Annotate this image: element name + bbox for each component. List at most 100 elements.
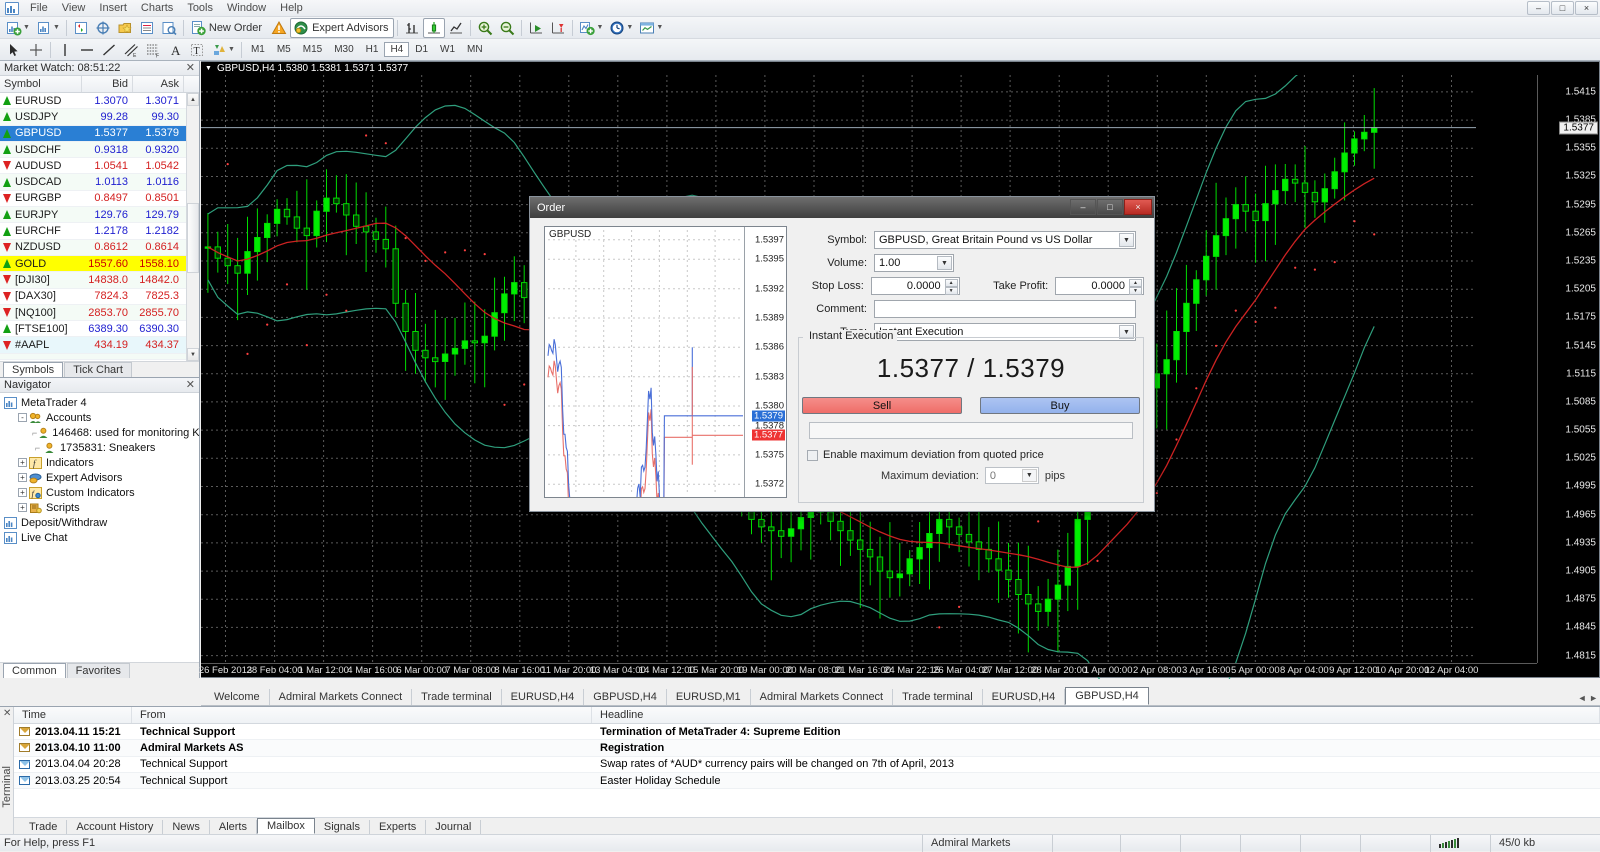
order-close-button[interactable]: × <box>1124 199 1152 215</box>
column-header-from[interactable]: From <box>132 707 592 723</box>
trendline-icon[interactable] <box>98 40 120 60</box>
navigator-item-scripts[interactable]: +Scripts <box>4 500 199 515</box>
volume-select[interactable]: 1.00 ▼ <box>874 254 954 272</box>
market-watch-row[interactable]: AUDUSD1.05411.0542 <box>0 158 199 174</box>
timeframe-h1[interactable]: H1 <box>360 42 385 57</box>
market-watch-row[interactable]: GBPUSD1.53771.5379 <box>0 126 199 142</box>
window-maximize-button[interactable]: □ <box>1551 1 1574 15</box>
chevron-down-icon[interactable]: ▼ <box>937 256 952 270</box>
max-deviation-select[interactable]: 0 ▼ <box>985 467 1039 484</box>
market-watch-row[interactable]: EURJPY129.76129.79 <box>0 207 199 223</box>
candlestick-chart-icon[interactable] <box>423 18 445 38</box>
column-header-bid[interactable]: Bid <box>82 76 133 92</box>
strategy-tester-icon[interactable] <box>158 18 180 38</box>
market-watch-row[interactable]: USDCHF0.93180.9320 <box>0 142 199 158</box>
scroll-down-icon[interactable]: ▼ <box>187 348 199 361</box>
chart-tab-eurusd-h4[interactable]: EURUSD,H4 <box>983 689 1066 705</box>
data-window-icon[interactable] <box>92 18 114 38</box>
fibonacci-icon[interactable]: F <box>142 40 164 60</box>
timeframe-m1[interactable]: M1 <box>245 42 271 57</box>
navigator-item-indicators[interactable]: +fIndicators <box>4 455 199 470</box>
mailbox-row[interactable]: 2013.04.04 20:28Technical SupportSwap ra… <box>14 757 1600 773</box>
chart-tab-gbpusd-h4[interactable]: GBPUSD,H4 <box>1065 687 1149 705</box>
timeframe-w1[interactable]: W1 <box>434 42 461 57</box>
menu-item-file[interactable]: File <box>23 1 55 15</box>
market-watch-row[interactable]: [NQ100]2853.702855.70 <box>0 305 199 321</box>
market-watch-row[interactable]: GOLD1557.601558.10 <box>0 256 199 272</box>
alert-icon[interactable] <box>268 18 290 38</box>
terminal-tab-account-history[interactable]: Account History <box>67 820 163 834</box>
equidistant-channel-icon[interactable]: E <box>120 40 142 60</box>
navigator-item-expert-advisors[interactable]: +Expert Advisors <box>4 470 199 485</box>
stop-loss-stepper[interactable]: ▲▼ <box>945 279 958 293</box>
terminal-tab-trade[interactable]: Trade <box>20 820 67 834</box>
chevron-down-icon[interactable]: ▼ <box>1022 469 1037 482</box>
tab-common[interactable]: Common <box>3 663 66 678</box>
chart-tab-eurusd-m1[interactable]: EURUSD,M1 <box>667 689 751 705</box>
navigator-item-live-chat[interactable]: Live Chat <box>4 530 199 545</box>
shapes-icon[interactable]: ▼ <box>208 40 238 60</box>
chart-tab-gbpusd-h4[interactable]: GBPUSD,H4 <box>584 689 667 705</box>
cursor-icon[interactable] <box>3 40 25 60</box>
terminal-tab-journal[interactable]: Journal <box>426 820 481 834</box>
chart-tab-trade-terminal[interactable]: Trade terminal <box>412 689 502 705</box>
zoom-out-icon[interactable] <box>496 18 518 38</box>
menu-item-view[interactable]: View <box>55 1 93 15</box>
column-header-ask[interactable]: Ask <box>133 76 184 92</box>
market-watch-row[interactable]: EURGBP0.84970.8501 <box>0 191 199 207</box>
navigator-item-1735831-sneakers[interactable]: ⌐1735831: Sneakers <box>4 440 199 455</box>
market-watch-row[interactable]: USDJPY99.2899.30 <box>0 109 199 125</box>
tree-expander[interactable]: + <box>18 488 27 497</box>
open-chart-icon[interactable]: ▼ <box>33 18 63 38</box>
comment-input[interactable] <box>874 300 1136 318</box>
timeframe-mn[interactable]: MN <box>461 42 489 57</box>
tab-favorites[interactable]: Favorites <box>67 663 130 678</box>
chart-shift-icon[interactable] <box>547 18 569 38</box>
new-chart-icon[interactable]: ▼ <box>3 18 33 38</box>
periods-icon[interactable]: ▼ <box>606 18 636 38</box>
navigator-item-accounts[interactable]: -Accounts <box>4 410 199 425</box>
enable-deviation-checkbox[interactable] <box>807 450 818 461</box>
navigator-item-metatrader-4[interactable]: MetaTrader 4 <box>4 395 199 410</box>
chart-tab-admiral-markets-connect[interactable]: Admiral Markets Connect <box>751 689 894 705</box>
chevron-down-icon[interactable]: ▼ <box>1119 233 1134 247</box>
terminal-tab-signals[interactable]: Signals <box>315 820 370 834</box>
market-watch-row[interactable]: [DJI30]14838.014842.0 <box>0 272 199 288</box>
market-watch-row[interactable]: [FTSE100]6389.306390.30 <box>0 321 199 337</box>
crosshair-icon[interactable] <box>25 40 47 60</box>
timeframe-h4[interactable]: H4 <box>384 42 409 57</box>
market-watch-row[interactable]: NZDUSD0.86120.8614 <box>0 240 199 256</box>
chart-tab-trade-terminal[interactable]: Trade terminal <box>893 689 983 705</box>
close-icon[interactable]: ✕ <box>3 708 11 719</box>
menu-item-help[interactable]: Help <box>273 1 310 15</box>
close-icon[interactable]: ✕ <box>186 61 195 74</box>
terminal-tab-experts[interactable]: Experts <box>370 820 426 834</box>
scroll-up-icon[interactable]: ▲ <box>187 93 199 106</box>
column-header-symbol[interactable]: Symbol <box>0 76 82 92</box>
tree-expander[interactable]: + <box>18 503 27 512</box>
market-watch-scrollbar[interactable]: ▲ ▼ <box>186 93 199 361</box>
zoom-in-icon[interactable] <box>474 18 496 38</box>
mailbox-row[interactable]: 2013.04.10 11:00Admiral Markets ASRegist… <box>14 740 1600 756</box>
chart-tabs-scroll[interactable]: ◄ ► <box>1578 693 1598 703</box>
order-mini-chart[interactable]: GBPUSD 1.53971.53951.53921.53891.53861.5… <box>544 226 787 498</box>
mailbox-row[interactable]: 2013.04.11 15:21Technical SupportTermina… <box>14 724 1600 740</box>
timeframe-m30[interactable]: M30 <box>328 42 359 57</box>
stop-loss-input[interactable]: 0.0000 ▲▼ <box>871 277 960 295</box>
chart-menu-icon[interactable]: ▼ <box>205 65 212 72</box>
menu-item-tools[interactable]: Tools <box>180 1 220 15</box>
text-icon[interactable]: A <box>164 40 186 60</box>
navigator-item-custom-indicators[interactable]: +fCustom Indicators <box>4 485 199 500</box>
market-watch-row[interactable]: #AAPL434.19434.37 <box>0 337 199 353</box>
terminal-icon[interactable] <box>136 18 158 38</box>
navigator-item-146468-used-for-monitoring-kor[interactable]: ⌐146468: used for monitoring Kor <box>4 425 199 440</box>
market-watch-row[interactable] <box>0 354 199 360</box>
chart-tab-eurusd-h4[interactable]: EURUSD,H4 <box>502 689 585 705</box>
chart-tab-admiral-markets-connect[interactable]: Admiral Markets Connect <box>270 689 413 705</box>
text-label-icon[interactable]: T <box>186 40 208 60</box>
menu-item-window[interactable]: Window <box>220 1 273 15</box>
close-icon[interactable]: ✕ <box>186 378 195 391</box>
tab-symbols[interactable]: Symbols <box>3 362 63 377</box>
auto-scroll-icon[interactable] <box>525 18 547 38</box>
window-minimize-button[interactable]: – <box>1527 1 1550 15</box>
